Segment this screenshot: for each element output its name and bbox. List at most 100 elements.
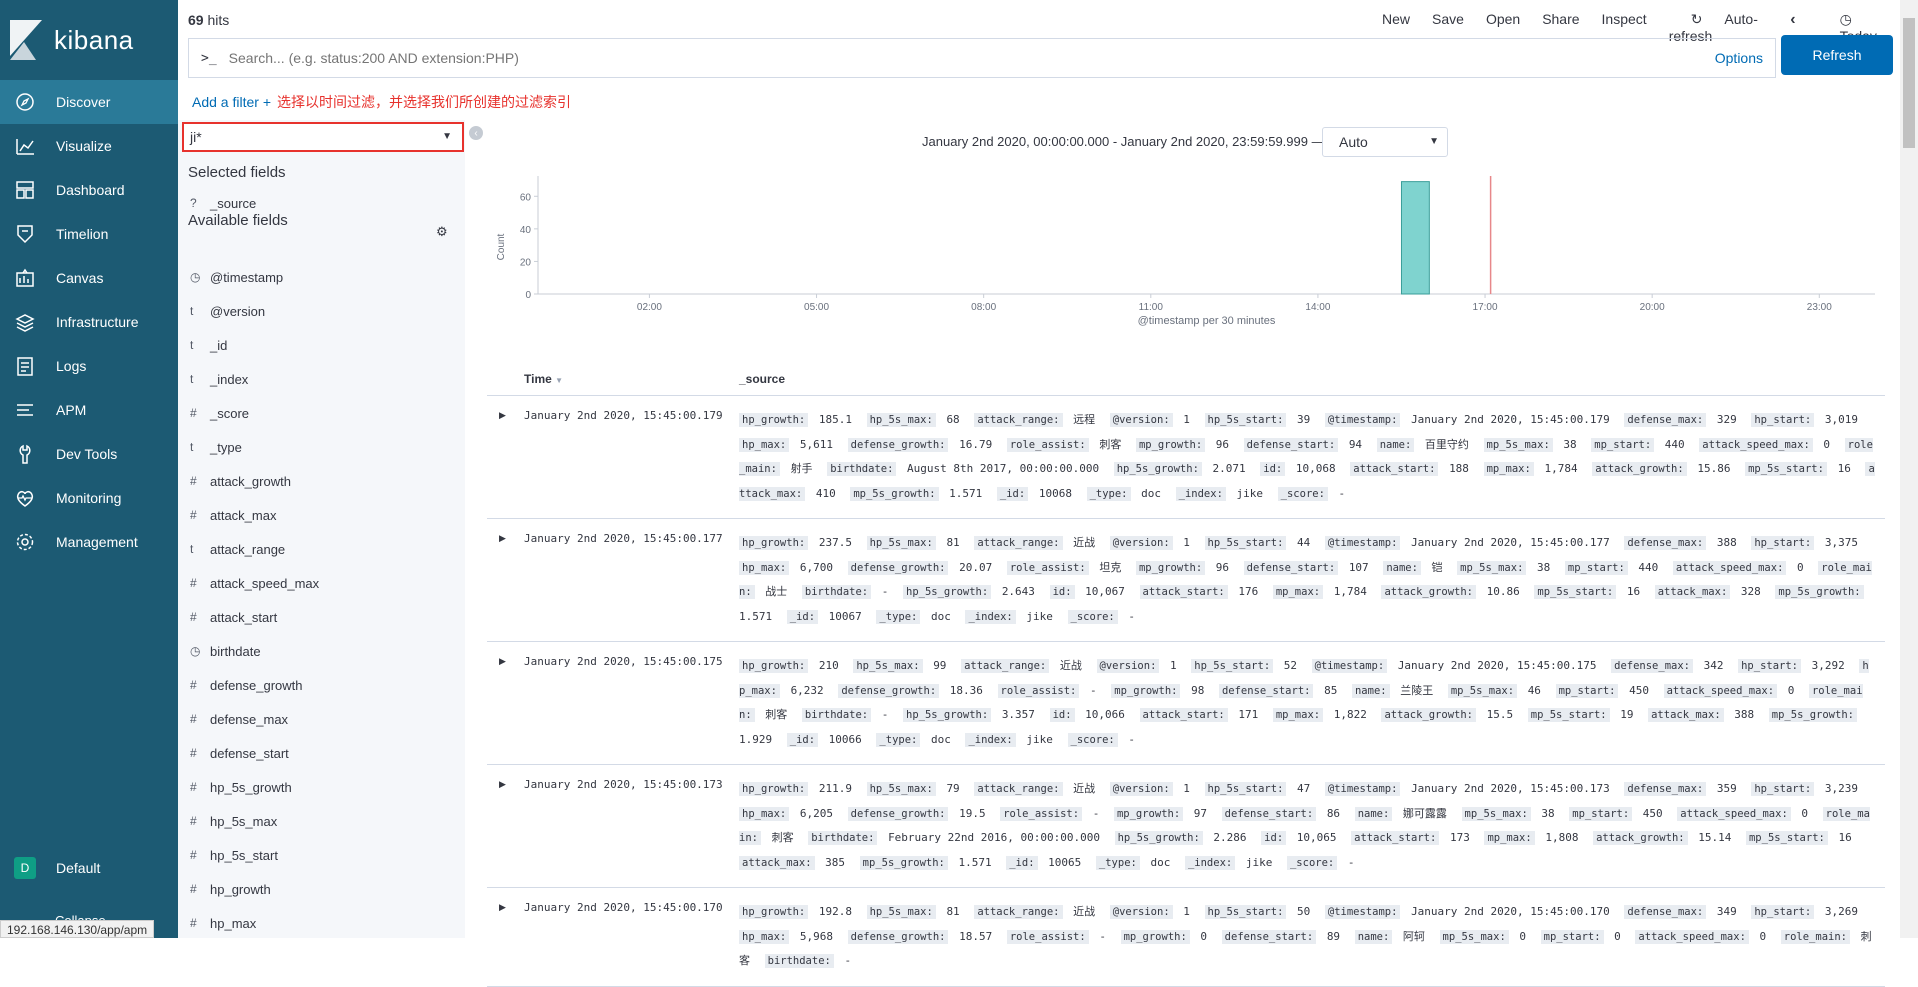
- expand-row-icon[interactable]: ▶: [499, 902, 506, 913]
- histogram-chart[interactable]: 0 20 40 60 02:00 05:00 08:00 11:00 14:00 17:00 20:…: [490, 170, 1890, 340]
- source-field-value: 3,375: [1824, 536, 1859, 549]
- field-name: @timestamp: [210, 269, 284, 285]
- source-field-key: hp_max:: [739, 806, 790, 821]
- field-item-defensemax[interactable]: # defense_max: [178, 702, 465, 736]
- gear-icon[interactable]: ⚙: [436, 224, 448, 240]
- source-field-value: 79: [946, 782, 960, 795]
- field-sidebar: ji* ▼ Selected fields ? _source Availabl…: [178, 120, 465, 938]
- nav-item-dashboard[interactable]: Dashboard: [0, 168, 178, 212]
- source-field-key: hp_5s_start:: [1204, 413, 1287, 427]
- field-item-attackstart[interactable]: # attack_start: [178, 600, 465, 634]
- index-pattern-value: ji*: [190, 129, 202, 145]
- source-field-value: 89: [1326, 929, 1341, 943]
- field-item-id[interactable]: t _id: [178, 328, 465, 362]
- field-item-index[interactable]: t _index: [178, 362, 465, 396]
- field-item-hp5sstart[interactable]: # hp_5s_start: [178, 838, 465, 872]
- field-item-attackrange[interactable]: t attack_range: [178, 532, 465, 566]
- interval-select[interactable]: Auto ▼: [1322, 127, 1448, 157]
- nav-item-monitoring[interactable]: Monitoring: [0, 476, 178, 520]
- column-header-time[interactable]: Time ▼: [524, 372, 563, 386]
- table-row[interactable]: ▶ January 2nd 2020, 15:45:00.177 hp_growth…: [487, 519, 1885, 642]
- field-item-version[interactable]: t @version: [178, 294, 465, 328]
- field-item-hpmax[interactable]: # hp_max: [178, 906, 465, 940]
- source-field-key: mp_growth:: [1135, 437, 1206, 452]
- caret-down-icon: ▼: [1429, 136, 1439, 147]
- source-field-value: 349: [1716, 905, 1737, 918]
- field-name: birthdate: [210, 643, 261, 659]
- nav-item-dev-tools[interactable]: Dev Tools: [0, 432, 178, 476]
- collapse-sidebar-icon[interactable]: ‹: [469, 126, 483, 140]
- brand[interactable]: kibana: [0, 0, 178, 80]
- field-item-attackgrowth[interactable]: # attack_growth: [178, 464, 465, 498]
- table-row[interactable]: ▶ January 2nd 2020, 15:45:00.179 hp_growth…: [487, 396, 1885, 519]
- document-table: Time ▼ _source ▶ January 2nd 2020, 15:45:…: [487, 362, 1885, 987]
- field-item-attackspeedmax[interactable]: # attack_speed_max: [178, 566, 465, 600]
- scrollbar-thumb[interactable]: [1903, 18, 1915, 148]
- nav-item-apm[interactable]: APM: [0, 388, 178, 432]
- field-type-icon: #: [190, 780, 197, 794]
- source-field-value: jike: [1245, 855, 1273, 869]
- source-field-key: @timestamp:: [1324, 782, 1401, 796]
- field-item-hp5smax[interactable]: # hp_5s_max: [178, 804, 465, 838]
- field-item-timestamp[interactable]: ◷ @timestamp: [178, 260, 465, 294]
- source-field-value: 10,068: [1295, 462, 1336, 475]
- nav-label: Visualize: [56, 138, 112, 154]
- source-field-value: 远程: [1073, 413, 1096, 426]
- source-field-value: 85: [1324, 683, 1338, 697]
- nav-item-timelion[interactable]: Timelion: [0, 212, 178, 256]
- field-item-hp5sgrowth[interactable]: # hp_5s_growth: [178, 770, 465, 804]
- field-item-score[interactable]: # _score: [178, 396, 465, 430]
- options-link[interactable]: Options: [1715, 50, 1763, 66]
- source-field-value: 47: [1297, 782, 1311, 795]
- field-type-icon: #: [190, 678, 197, 692]
- field-item-hpgrowth[interactable]: # hp_growth: [178, 872, 465, 906]
- nav-item-infrastructure[interactable]: Infrastructure: [0, 300, 178, 344]
- nav-item-logs[interactable]: Logs: [0, 344, 178, 388]
- search-input[interactable]: [228, 50, 1529, 66]
- sort-caret-icon: ▼: [555, 376, 564, 385]
- source-field-value: 1,784: [1333, 585, 1367, 598]
- source-field-value: 237.5: [818, 536, 852, 549]
- table-row[interactable]: ▶ January 2nd 2020, 15:45:00.170 hp_growth…: [487, 888, 1885, 987]
- field-item-attackmax[interactable]: # attack_max: [178, 498, 465, 532]
- space-item-default[interactable]: D Default: [0, 846, 178, 890]
- source-field-key: defense_max:: [1624, 536, 1707, 550]
- source-field-value: 6,205: [799, 806, 834, 820]
- field-item-type[interactable]: t _type: [178, 430, 465, 464]
- source-field-value: 兰陵王: [1400, 683, 1434, 697]
- field-item-defensegrowth[interactable]: # defense_growth: [178, 668, 465, 702]
- nav-label: Infrastructure: [56, 314, 139, 330]
- expand-row-icon[interactable]: ▶: [499, 533, 506, 544]
- nav-item-management[interactable]: Management: [0, 520, 178, 564]
- field-type-icon: #: [190, 610, 197, 624]
- field-name: _id: [210, 337, 228, 353]
- source-field-key: mp_max:: [1483, 462, 1534, 476]
- nav-item-visualize[interactable]: Visualize: [0, 124, 178, 168]
- source-field-key: mp_max:: [1272, 708, 1324, 722]
- nav-item-discover[interactable]: Discover: [0, 80, 178, 124]
- expand-row-icon[interactable]: ▶: [499, 410, 506, 421]
- source-field-value: 0: [1200, 929, 1208, 943]
- refresh-button[interactable]: Refresh: [1781, 35, 1893, 75]
- source-field-key: _score:: [1277, 486, 1328, 501]
- space-selector[interactable]: D Default: [0, 846, 178, 890]
- table-row[interactable]: ▶ January 2nd 2020, 15:45:00.173 hp_growth…: [487, 765, 1885, 888]
- nav-item-canvas[interactable]: Canvas: [0, 256, 178, 300]
- source-field-value: jike: [1026, 732, 1053, 746]
- expand-row-icon[interactable]: ▶: [499, 779, 506, 790]
- table-row[interactable]: ▶ January 2nd 2020, 15:45:00.175 hp_growth…: [487, 642, 1885, 765]
- index-pattern-select[interactable]: ji* ▼: [182, 122, 464, 152]
- field-name: hp_5s_max: [210, 813, 278, 829]
- field-item-defensestart[interactable]: # defense_start: [178, 736, 465, 770]
- source-field-value: 81: [946, 905, 960, 918]
- source-field-key: _type:: [1095, 855, 1140, 870]
- add-filter-link[interactable]: Add a filter +: [192, 94, 271, 110]
- expand-row-icon[interactable]: ▶: [499, 656, 506, 667]
- source-field-key: hp_5s_growth:: [1114, 831, 1203, 845]
- field-item-birthdate[interactable]: ◷ birthdate: [178, 634, 465, 668]
- field-type-icon: #: [190, 406, 197, 420]
- source-field-value: 450: [1642, 806, 1663, 820]
- clock-icon: ◷: [190, 270, 201, 284]
- field-type-icon: #: [190, 814, 197, 828]
- page-scrollbar[interactable]: [1900, 0, 1918, 938]
